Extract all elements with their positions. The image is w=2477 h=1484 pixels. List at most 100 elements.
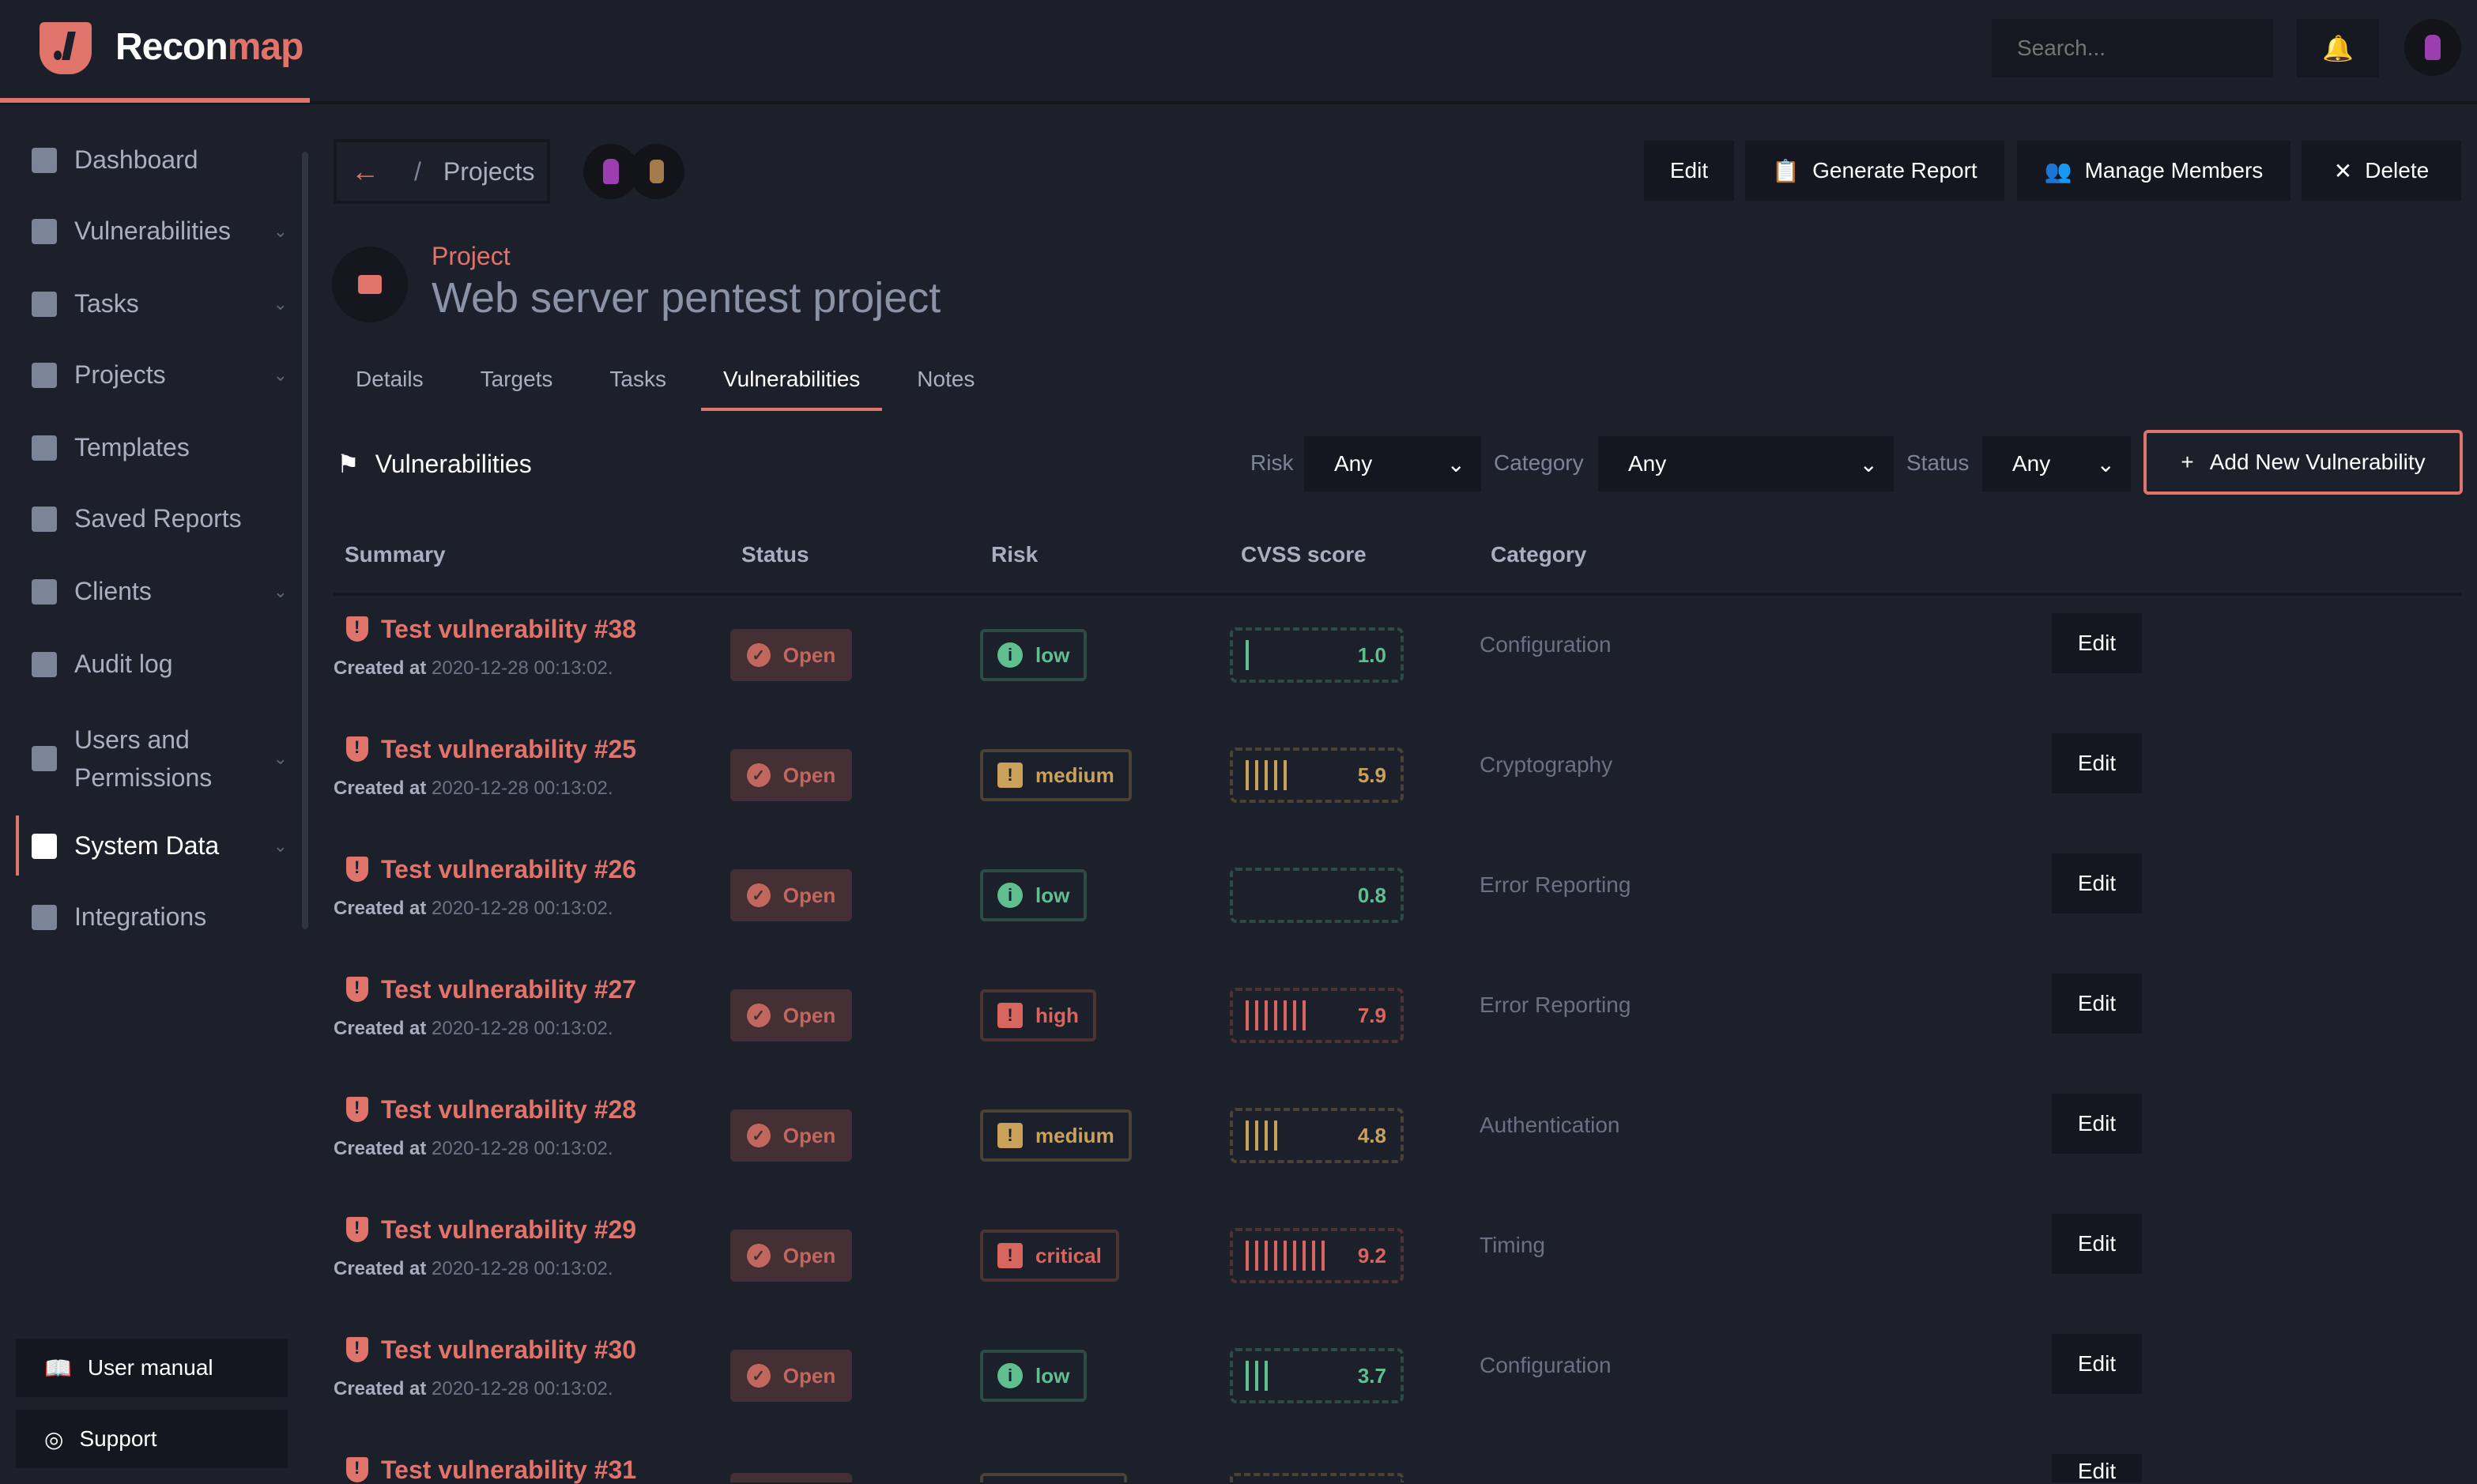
- sidebar-item-saved-reports[interactable]: Saved Reports: [32, 504, 288, 533]
- cvss-value: 5.9: [1357, 763, 1386, 787]
- dashboard-icon: [32, 147, 57, 173]
- table-row: Test vulnerability #28 Created at 2020-12…: [0, 1094, 2477, 1217]
- cvss-bar: [1265, 760, 1268, 790]
- risk-badge: i low: [980, 869, 1088, 921]
- edit-vulnerability-button[interactable]: Edit: [2052, 1334, 2142, 1394]
- sidebar-item-label: Dashboard: [74, 145, 198, 174]
- edit-label: Edit: [2077, 1351, 2117, 1376]
- edit-vulnerability-button[interactable]: Edit: [2052, 853, 2142, 913]
- tab-vulnerabilities[interactable]: Vulnerabilities: [701, 351, 883, 411]
- cvss-bar: [1255, 1121, 1258, 1151]
- risk-label: low: [1035, 642, 1070, 667]
- shield-icon: !: [997, 1243, 1023, 1268]
- edit-vulnerability-button[interactable]: Edit: [2052, 974, 2142, 1034]
- warning-icon: !: [997, 763, 1023, 788]
- risk-filter-select[interactable]: Any ⌄: [1304, 436, 1481, 492]
- cvss-bar: [1274, 1000, 1277, 1030]
- table-row: Test vulnerability #25 Created at 2020-12…: [0, 733, 2477, 857]
- vulnerability-title: Test vulnerability #26: [381, 855, 637, 883]
- cvss-bar: [1246, 1361, 1249, 1391]
- column-header-category: Category: [1491, 542, 1587, 567]
- status-badge: ✓ Open: [730, 869, 852, 921]
- user-avatar[interactable]: [2404, 19, 2461, 76]
- vulnerability-link[interactable]: Test vulnerability #25: [346, 736, 636, 762]
- created-at: Created at 2020-12-28 00:13:02.: [334, 898, 613, 920]
- created-label: Created at: [334, 778, 427, 799]
- column-header-status: Status: [741, 542, 809, 567]
- cvss-value: 3.7: [1357, 1364, 1386, 1388]
- sidebar-item-tasks[interactable]: Tasks ⌄: [32, 289, 288, 318]
- notifications-button[interactable]: 🔔: [2297, 19, 2379, 77]
- delete-button[interactable]: ✕ Delete: [2302, 141, 2461, 201]
- vulnerability-link[interactable]: Test vulnerability #30: [346, 1337, 636, 1362]
- category-filter-label: Category: [1494, 450, 1584, 475]
- shield-alert-icon: [346, 857, 368, 882]
- cvss-bar: [1246, 1241, 1249, 1271]
- cvss-bar: [1265, 1121, 1268, 1151]
- status-label: Open: [782, 1003, 836, 1027]
- vulnerability-title: Test vulnerability #29: [381, 1215, 637, 1244]
- category-filter-select[interactable]: Any ⌄: [1598, 436, 1894, 492]
- cvss-bar: [1321, 1241, 1325, 1271]
- edit-vulnerability-button[interactable]: Edit: [2052, 733, 2142, 793]
- created-label: Created at: [334, 1378, 427, 1399]
- vulnerability-link[interactable]: Test vulnerability #27: [346, 977, 636, 1002]
- vulnerability-link[interactable]: Test vulnerability #38: [346, 616, 636, 642]
- flag-icon: ⚑: [337, 450, 360, 478]
- edit-vulnerability-button[interactable]: Edit: [2052, 1094, 2142, 1154]
- sidebar-item-label: Clients: [74, 577, 152, 605]
- manage-members-button[interactable]: 👥 Manage Members: [2017, 141, 2290, 201]
- vulnerability-link[interactable]: Test vulnerability #26: [346, 857, 636, 882]
- status-filter-value: Any: [2012, 451, 2051, 476]
- status-filter-select[interactable]: Any ⌄: [1982, 436, 2131, 492]
- brand-name[interactable]: Reconmap: [115, 25, 303, 69]
- search-input[interactable]: [1992, 19, 2273, 77]
- sidebar-item-vulnerabilities[interactable]: Vulnerabilities ⌄: [32, 217, 288, 246]
- delete-label: Delete: [2365, 158, 2430, 183]
- status-badge: ✓ Open: [730, 749, 852, 801]
- created-at: Created at 2020-12-28 00:13:02.: [334, 1378, 613, 1400]
- table-row: Test vulnerability #26 Created at 2020-12…: [0, 853, 2477, 977]
- cvss-bar: [1246, 1000, 1249, 1030]
- breadcrumb-projects-link[interactable]: Projects: [443, 157, 535, 186]
- created-value: 2020-12-28 00:13:02.: [432, 657, 613, 679]
- info-icon: i: [997, 883, 1023, 908]
- sidebar-item-label: Saved Reports: [74, 504, 242, 533]
- vulnerability-link[interactable]: Test vulnerability #29: [346, 1217, 636, 1242]
- tab-targets[interactable]: Targets: [458, 351, 575, 411]
- sidebar-item-dashboard[interactable]: Dashboard: [32, 145, 288, 175]
- generate-report-button[interactable]: 📋 Generate Report: [1745, 141, 2004, 201]
- sidebar-item-clients[interactable]: Clients ⌄: [32, 577, 288, 606]
- edit-label: Edit: [2077, 1111, 2117, 1136]
- created-value: 2020-12-28 00:13:02.: [432, 778, 613, 799]
- tab-notes[interactable]: Notes: [895, 351, 997, 411]
- sidebar-item-projects[interactable]: Projects ⌄: [32, 360, 288, 390]
- brand-name-part: map: [227, 26, 304, 68]
- tab-tasks[interactable]: Tasks: [587, 351, 688, 411]
- chevron-down-icon: ⌄: [273, 220, 288, 241]
- edit-vulnerability-button[interactable]: Edit: [2052, 613, 2142, 673]
- vulnerability-link[interactable]: Test vulnerability #31: [346, 1457, 636, 1482]
- cvss-score-meter: 0.8: [1230, 868, 1404, 923]
- tab-details[interactable]: Details: [334, 351, 446, 411]
- status-label: Open: [782, 1123, 836, 1147]
- vulnerability-title: Test vulnerability #30: [381, 1335, 637, 1364]
- member-avatar[interactable]: [629, 144, 684, 199]
- category-value: Error Reporting: [1480, 872, 1631, 897]
- edit-vulnerability-button[interactable]: Edit: [2052, 1454, 2142, 1482]
- status-badge: ✓ Open: [730, 989, 852, 1041]
- reconmap-logo-icon[interactable]: [40, 22, 92, 74]
- edit-vulnerability-button[interactable]: Edit: [2052, 1214, 2142, 1274]
- status-badge: ✓ Open: [730, 629, 852, 681]
- risk-badge: i low: [980, 1350, 1088, 1402]
- warning-icon: !: [997, 1123, 1023, 1148]
- shield-icon: !: [997, 1003, 1023, 1028]
- edit-project-button[interactable]: Edit: [1644, 141, 1734, 201]
- add-vulnerability-button[interactable]: + Add New Vulnerability: [2143, 430, 2463, 495]
- created-at: Created at 2020-12-28 00:13:02.: [334, 1258, 613, 1280]
- vulnerability-link[interactable]: Test vulnerability #28: [346, 1097, 636, 1122]
- check-circle-icon: ✓: [746, 643, 771, 667]
- back-arrow-icon[interactable]: ←: [351, 155, 379, 188]
- sidebar-item-templates[interactable]: Templates: [32, 433, 288, 462]
- cvss-bar: [1274, 1121, 1277, 1151]
